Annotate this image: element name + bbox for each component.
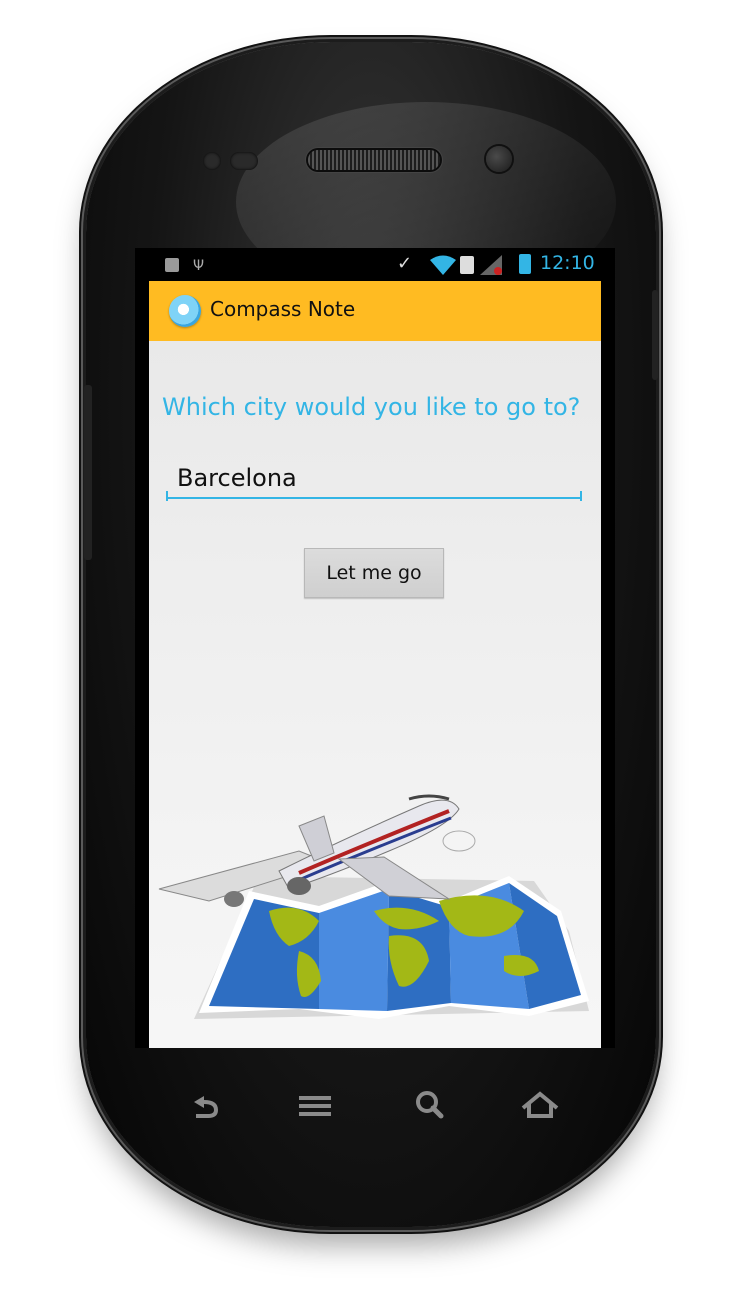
mute-icon: ✓ — [397, 253, 413, 274]
input-underline-left-tick — [166, 491, 168, 501]
let-me-go-button[interactable]: Let me go — [304, 548, 444, 598]
earpiece-speaker — [308, 150, 440, 170]
home-icon[interactable] — [515, 1080, 565, 1130]
search-icon[interactable] — [405, 1080, 455, 1130]
battery-charging-icon — [519, 254, 531, 274]
back-icon[interactable] — [180, 1080, 230, 1130]
clock: 12:10 — [540, 252, 595, 274]
screen: Ψ ✓ 12:10 Compass Note Which city would … — [135, 248, 615, 1048]
power-button — [652, 290, 658, 380]
airplane-map-illustration — [158, 794, 589, 1019]
question-label: Which city would you like to go to? — [162, 393, 581, 421]
usb-debug-icon — [165, 258, 179, 272]
app-title: Compass Note — [210, 297, 356, 321]
main-content: Which city would you like to go to? Let … — [149, 341, 601, 1048]
light-sensor — [230, 152, 258, 170]
front-camera — [486, 146, 512, 172]
wifi-icon — [430, 255, 456, 275]
usb-icon: Ψ — [193, 258, 205, 274]
status-bar: Ψ ✓ 12:10 — [135, 248, 615, 281]
menu-icon[interactable] — [290, 1080, 340, 1130]
volume-button — [84, 385, 92, 560]
proximity-sensor — [203, 152, 221, 170]
no-sim-icon — [460, 256, 474, 274]
action-bar: Compass Note — [149, 281, 601, 341]
compass-icon[interactable] — [169, 295, 201, 327]
hardware-nav-bar — [150, 1080, 600, 1130]
signal-icon — [480, 255, 502, 275]
input-underline-right-tick — [580, 491, 582, 501]
city-input[interactable] — [166, 459, 582, 499]
